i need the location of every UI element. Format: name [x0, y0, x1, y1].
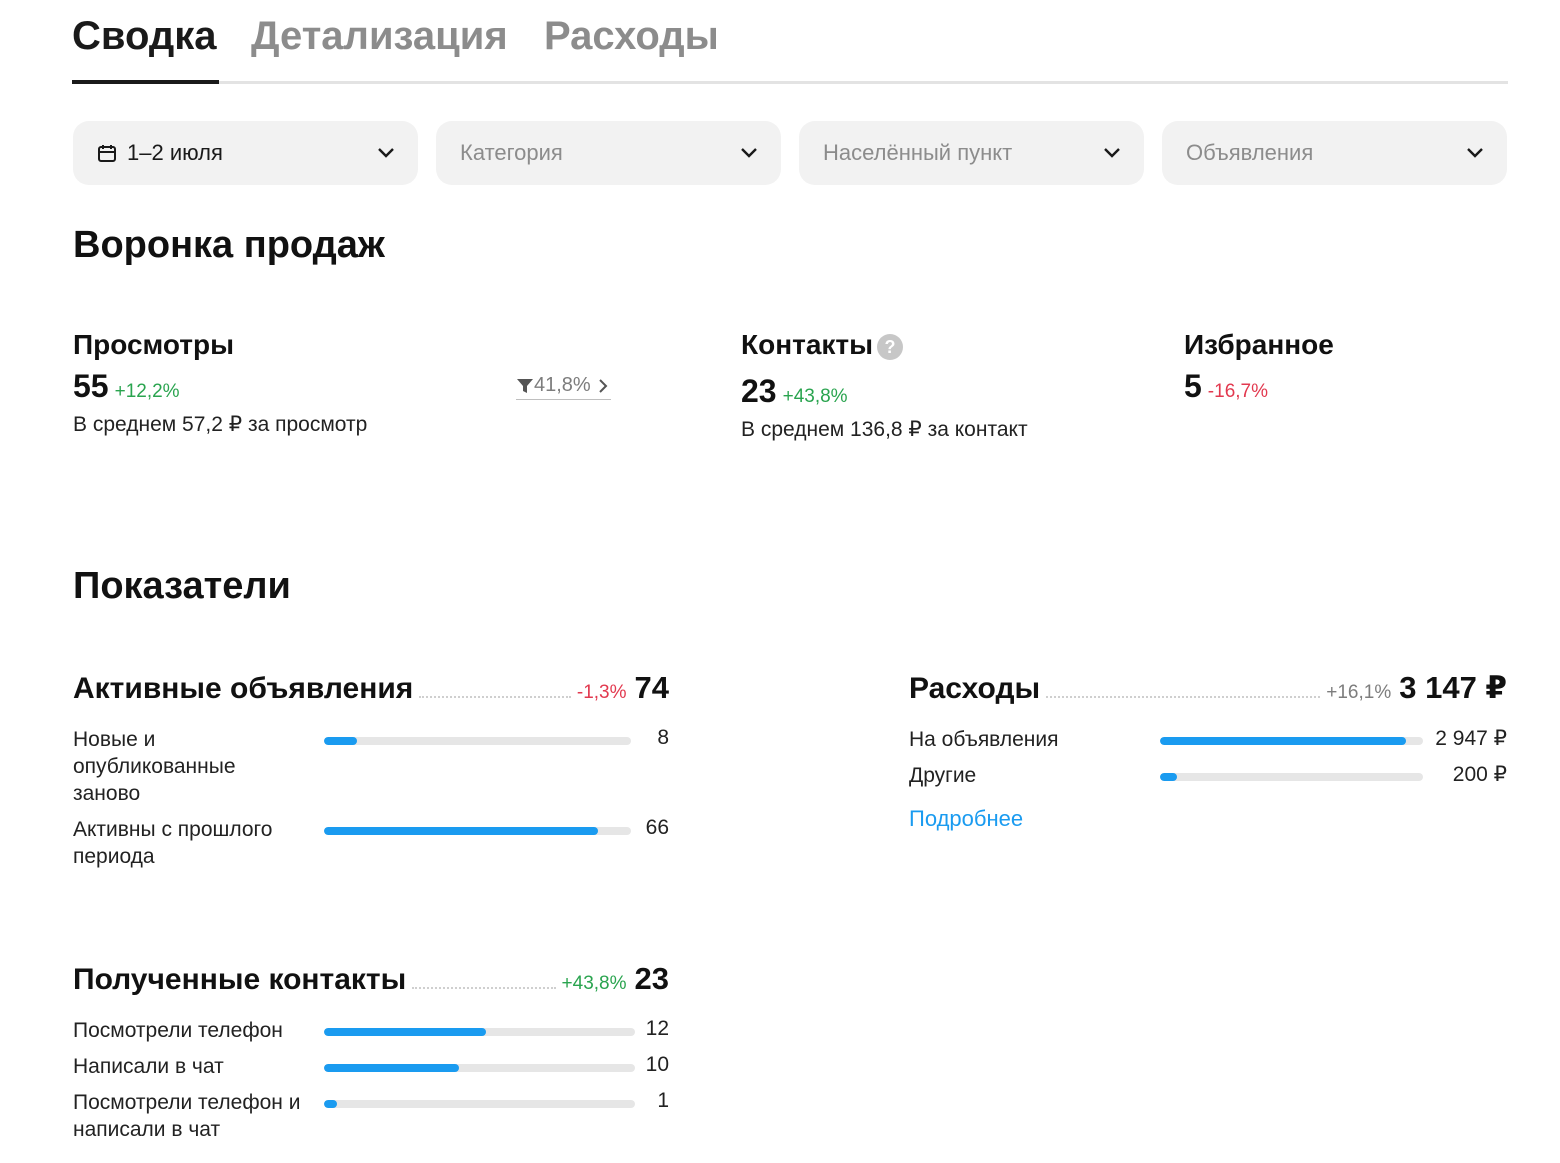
row-label: Посмотрели телефон — [73, 1019, 283, 1042]
tab-bar: Сводка Детализация Расходы — [72, 0, 1508, 84]
contacts-received-delta: +43,8% — [561, 973, 627, 994]
progress-fill — [324, 827, 598, 835]
active-tab-indicator — [72, 80, 219, 84]
date-filter[interactable]: 1–2 июля — [73, 121, 418, 185]
progress-fill — [324, 737, 358, 745]
expenses-title: Расходы — [909, 672, 1041, 705]
progress-fill — [1160, 773, 1177, 781]
tab-expenses[interactable]: Расходы — [544, 14, 719, 59]
leader-dots — [1046, 696, 1321, 698]
chevron-down-icon — [1467, 148, 1483, 158]
ads-filter-label: Объявления — [1186, 140, 1314, 165]
row-value: 10 — [645, 1053, 669, 1076]
favorites-delta: -16,7% — [1207, 381, 1268, 402]
leader-dots — [419, 696, 571, 698]
conversion-value: 41,8% — [534, 374, 591, 396]
row-value: 1 — [657, 1089, 669, 1112]
row-label: Активны с прошлого периода — [73, 818, 273, 868]
city-filter-label: Населённый пункт — [823, 140, 1013, 165]
chevron-right-icon — [599, 378, 608, 393]
conversion-link[interactable]: 41,8% — [516, 374, 611, 400]
progress-bar — [324, 1028, 635, 1036]
active-ads-title: Активные объявления — [73, 672, 414, 705]
progress-bar — [324, 827, 631, 835]
contacts-value: 23 +43,8% — [741, 373, 848, 409]
active-ads-delta: -1,3% — [576, 682, 627, 703]
progress-bar — [324, 1100, 635, 1108]
category-filter[interactable]: Категория — [436, 121, 781, 185]
row-value: 66 — [645, 816, 669, 839]
chevron-down-icon — [741, 148, 757, 158]
tab-summary[interactable]: Сводка — [72, 14, 217, 59]
chevron-down-icon — [1104, 148, 1120, 158]
progress-bar — [324, 737, 631, 745]
views-sub: В среднем 57,2 ₽ за просмотр — [73, 413, 368, 436]
expenses-delta: +16,1% — [1326, 682, 1392, 703]
date-filter-label: 1–2 июля — [127, 140, 223, 165]
views-title: Просмотры — [73, 329, 235, 360]
tab-details[interactable]: Детализация — [251, 14, 508, 59]
row-value: 12 — [645, 1017, 669, 1040]
progress-bar — [1160, 737, 1423, 745]
progress-fill — [324, 1100, 338, 1108]
category-filter-label: Категория — [460, 140, 563, 165]
active-ads-value: 74 — [634, 670, 669, 705]
row-value: 8 — [657, 726, 669, 749]
favorites-title: Избранное — [1184, 329, 1334, 360]
progress-bar — [1160, 773, 1423, 781]
row-label: Новые и опубликованные заново — [73, 728, 236, 805]
row-value: 200 ₽ — [1452, 763, 1507, 786]
favorites-value: 5 -16,7% — [1184, 368, 1268, 404]
expenses-value: 3 147 ₽ — [1399, 670, 1507, 705]
help-icon[interactable]: ? — [877, 333, 904, 360]
chevron-down-icon — [378, 148, 394, 158]
leader-dots — [412, 987, 556, 989]
contacts-received-title: Полученные контакты — [73, 963, 407, 996]
progress-fill — [1160, 737, 1407, 745]
contacts-title: Контакты? — [741, 329, 904, 361]
funnel-heading: Воронка продаж — [73, 224, 385, 266]
row-label: Написали в чат — [73, 1055, 224, 1078]
row-label: Посмотрели телефон и написали в чат — [73, 1091, 301, 1141]
row-value: 2 947 ₽ — [1435, 727, 1507, 750]
active-ads-header: Активные объявления -1,3% 74 — [73, 670, 669, 706]
contacts-delta: +43,8% — [782, 386, 848, 407]
indicators-heading: Показатели — [73, 565, 291, 607]
calendar-icon — [98, 145, 116, 162]
progress-bar — [324, 1064, 635, 1072]
progress-fill — [324, 1028, 487, 1036]
progress-fill — [324, 1064, 460, 1072]
city-filter[interactable]: Населённый пункт — [799, 121, 1144, 185]
row-label: Другие — [909, 764, 977, 787]
views-value: 55 +12,2% — [73, 368, 180, 404]
views-delta: +12,2% — [114, 381, 180, 402]
contacts-sub: В среднем 136,8 ₽ за контакт — [741, 418, 1028, 441]
more-link[interactable]: Подробнее — [909, 806, 1023, 832]
filter-icon — [517, 378, 533, 393]
ads-filter[interactable]: Объявления — [1162, 121, 1507, 185]
row-label: На объявления — [909, 728, 1059, 751]
contacts-received-value: 23 — [634, 961, 669, 996]
expenses-header: Расходы +16,1% 3 147 ₽ — [909, 670, 1507, 706]
contacts-received-header: Полученные контакты +43,8% 23 — [73, 961, 669, 997]
